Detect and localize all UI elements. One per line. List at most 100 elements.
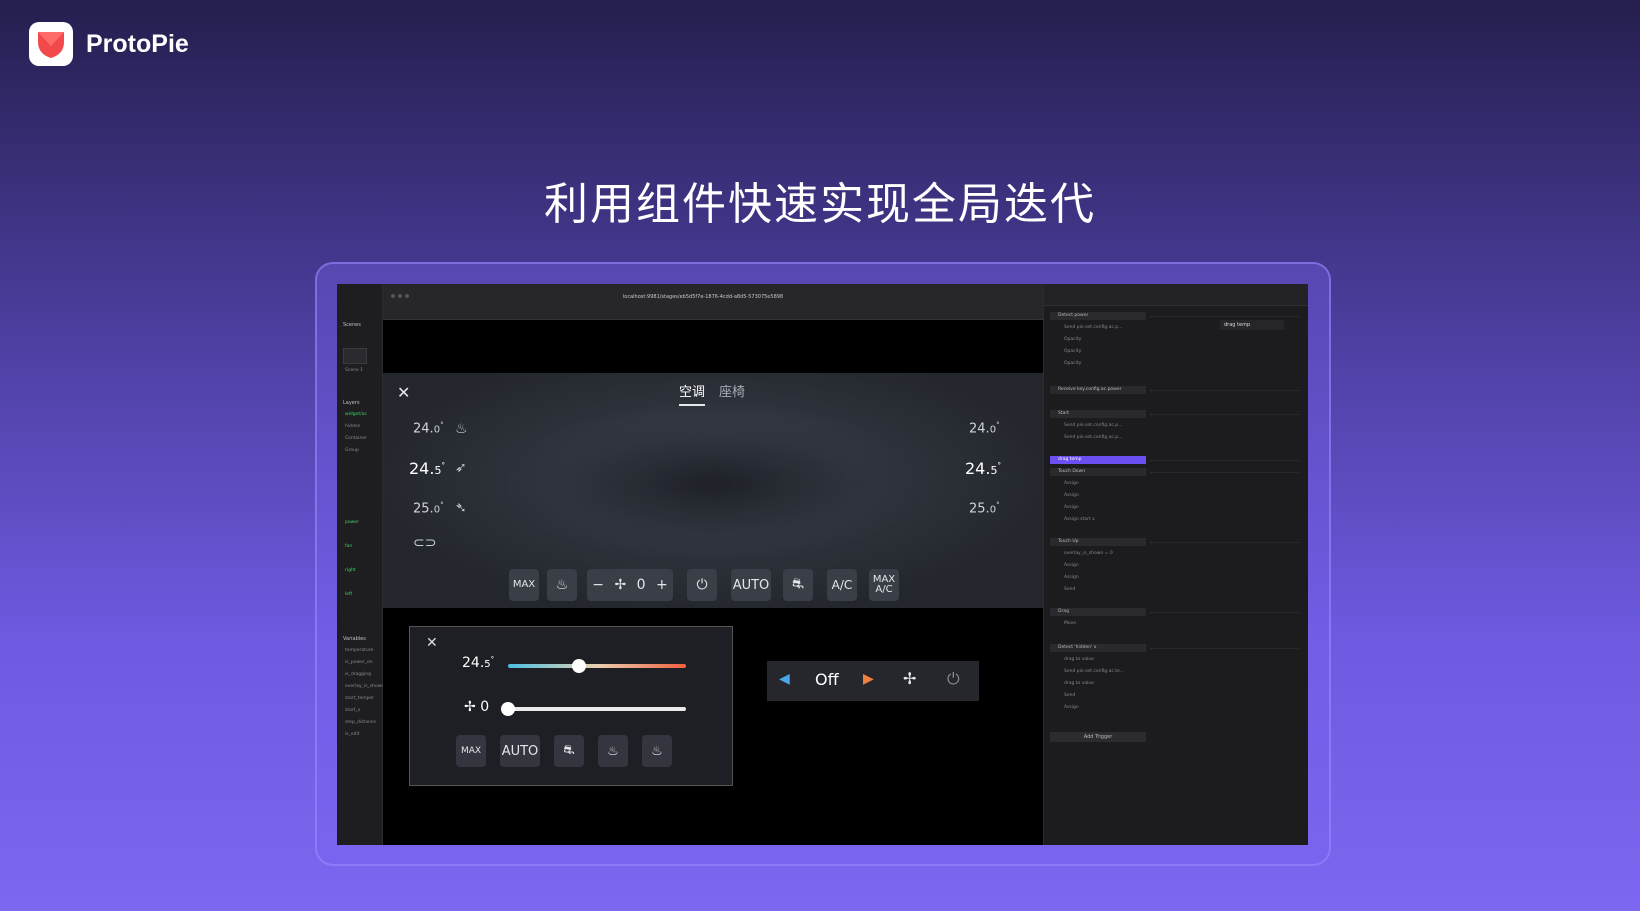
response-item[interactable]: Send pie.set.config.ac.te...	[1050, 668, 1146, 676]
brand-name: ProtoPie	[86, 29, 189, 58]
trigger-item[interactable]: Drag	[1050, 608, 1146, 616]
seat-vent-button[interactable]: ♨	[642, 735, 672, 767]
response-item[interactable]: Send pie.set.config.ac.p...	[1050, 434, 1146, 442]
response-item[interactable]: Assign	[1050, 562, 1146, 570]
response-item[interactable]: overlay_is_shown = 0	[1050, 550, 1146, 558]
trigger-item[interactable]: Start	[1050, 410, 1146, 418]
add-trigger-button[interactable]: Add Trigger	[1050, 732, 1146, 742]
layer-item[interactable]: left	[345, 592, 352, 597]
right-temp-lower[interactable]: 25.0°	[969, 501, 1000, 516]
max-ac-button[interactable]: MAX A/C	[869, 569, 899, 601]
layer-item[interactable]: Container	[345, 436, 367, 441]
auto-button[interactable]: AUTO	[500, 735, 540, 767]
caret-right-icon[interactable]: ▶	[863, 671, 874, 687]
address-bar[interactable]: localhost:9981/stages/eb5d5f7e-1876-4cdd…	[568, 292, 838, 302]
sync-link-icon[interactable]: ⊂⊃	[413, 535, 436, 551]
windshield-defrost-icon[interactable]: ♨	[455, 421, 468, 437]
rear-defrost-button[interactable]: ♨	[547, 569, 577, 601]
scene-thumbnail[interactable]	[343, 348, 367, 364]
variable-item[interactable]: is_edit	[345, 732, 359, 737]
response-item[interactable]: Assign	[1050, 480, 1146, 488]
layers-label: Layers	[343, 400, 360, 406]
timeline-track	[1150, 648, 1300, 650]
response-item[interactable]: Opacity	[1050, 348, 1146, 356]
protopie-studio-screen: Scenes Scene 1 Layers widget/ac hidden C…	[337, 284, 1308, 845]
right-temp-current[interactable]: 24.5°	[965, 459, 1001, 478]
response-item[interactable]: Send	[1050, 692, 1146, 700]
temperature-slider[interactable]	[508, 664, 686, 668]
variable-item[interactable]: start_x	[345, 708, 360, 713]
response-item[interactable]: Assign	[1050, 704, 1146, 712]
layer-item[interactable]: widget/ac	[345, 412, 367, 417]
seat-vent-icon: ♨	[651, 743, 663, 759]
close-icon[interactable]: ✕	[426, 635, 438, 651]
response-item[interactable]: Assign	[1050, 574, 1146, 582]
window-controls[interactable]	[391, 294, 409, 298]
max-defrost-button[interactable]: MAX	[456, 735, 486, 767]
tab-seats[interactable]: 座椅	[719, 381, 745, 400]
property-field[interactable]: drag temp	[1220, 320, 1284, 330]
response-item[interactable]: Assign start x	[1050, 516, 1146, 524]
ac-button[interactable]: A/C	[827, 569, 857, 601]
scene-name[interactable]: Scene 1	[345, 368, 363, 373]
trigger-item[interactable]: Detect 'hidden' x	[1050, 644, 1146, 652]
variable-item[interactable]: start_temper	[345, 696, 374, 701]
variable-item[interactable]: is_power_on	[345, 660, 373, 665]
timeline-track	[1150, 542, 1300, 544]
browser-toolbar: localhost:9981/stages/eb5d5f7e-1876-4cdd…	[383, 284, 1043, 320]
airflow-feet-icon[interactable]: ➴	[455, 500, 467, 516]
variable-item[interactable]: temperature	[345, 648, 373, 653]
airflow-face-icon[interactable]: ➶	[455, 460, 467, 476]
left-temp-lower[interactable]: 25.0°	[413, 501, 444, 516]
popup-temp-value: 24.5°	[462, 655, 495, 671]
variable-item[interactable]: step_distance	[345, 720, 376, 725]
response-item[interactable]: Send	[1050, 586, 1146, 594]
recirculation-button[interactable]: ⛐	[783, 569, 813, 601]
response-item[interactable]: Move	[1050, 620, 1146, 628]
trigger-item[interactable]: Touch Down	[1050, 468, 1146, 476]
fan-speed-stepper[interactable]: − ✢ 0 +	[587, 569, 673, 601]
trigger-item[interactable]: drag temp	[1050, 456, 1146, 464]
caret-left-icon[interactable]: ◀	[779, 671, 790, 687]
power-icon[interactable]: ⏻	[947, 669, 960, 689]
recirculation-button[interactable]: ⛐	[554, 735, 584, 767]
timeline-track	[1150, 316, 1300, 318]
close-icon[interactable]: ✕	[397, 383, 410, 402]
seat-heat-icon: ♨	[607, 743, 619, 759]
seat-heat-button[interactable]: ♨	[598, 735, 628, 767]
response-item[interactable]: Assign	[1050, 504, 1146, 512]
power-button[interactable]: ⏻	[687, 569, 717, 601]
tab-air-conditioning[interactable]: 空调	[679, 381, 706, 406]
fan-icon[interactable]: ✢	[903, 669, 916, 688]
trigger-item[interactable]: Detect power	[1050, 312, 1146, 320]
response-item[interactable]: drag to value	[1050, 656, 1146, 664]
layer-item[interactable]: fan	[345, 544, 352, 549]
right-temp-upper[interactable]: 24.0°	[969, 421, 1000, 436]
response-item[interactable]: Send pie.set.config.ac.p...	[1050, 324, 1146, 332]
studio-toolbar	[1044, 284, 1308, 306]
fan-decrease-button[interactable]: −	[592, 577, 604, 593]
trigger-item[interactable]: Receive key.config.ac.power	[1050, 386, 1146, 394]
response-item[interactable]: Send pie.set.config.ac.p...	[1050, 422, 1146, 430]
temperature-slider-handle[interactable]	[572, 659, 587, 673]
fan-speed-slider-handle[interactable]	[501, 702, 515, 716]
response-item[interactable]: Assign	[1050, 492, 1146, 500]
layer-item[interactable]: power	[345, 520, 359, 525]
left-temp-upper[interactable]: 24.0°	[413, 421, 444, 436]
response-item[interactable]: Opacity	[1050, 360, 1146, 368]
trigger-item[interactable]: Touch Up	[1050, 538, 1146, 546]
response-item[interactable]: Opacity	[1050, 336, 1146, 344]
layer-item[interactable]: Group	[345, 448, 359, 453]
popup-fan-value: ✢ 0	[464, 699, 490, 715]
variable-item[interactable]: is_dragging	[345, 672, 371, 677]
variable-item[interactable]: overlay_is_shown	[345, 684, 384, 689]
fan-speed-slider[interactable]	[508, 707, 686, 711]
car-interior-background	[513, 413, 913, 553]
left-temp-current[interactable]: 24.5°	[409, 459, 445, 478]
auto-button[interactable]: AUTO	[731, 569, 771, 601]
fan-increase-button[interactable]: +	[656, 577, 668, 593]
response-item[interactable]: drag to value	[1050, 680, 1146, 688]
layer-item[interactable]: hidden	[345, 424, 360, 429]
layer-item[interactable]: right	[345, 568, 356, 573]
max-defrost-button[interactable]: MAX	[509, 569, 539, 601]
